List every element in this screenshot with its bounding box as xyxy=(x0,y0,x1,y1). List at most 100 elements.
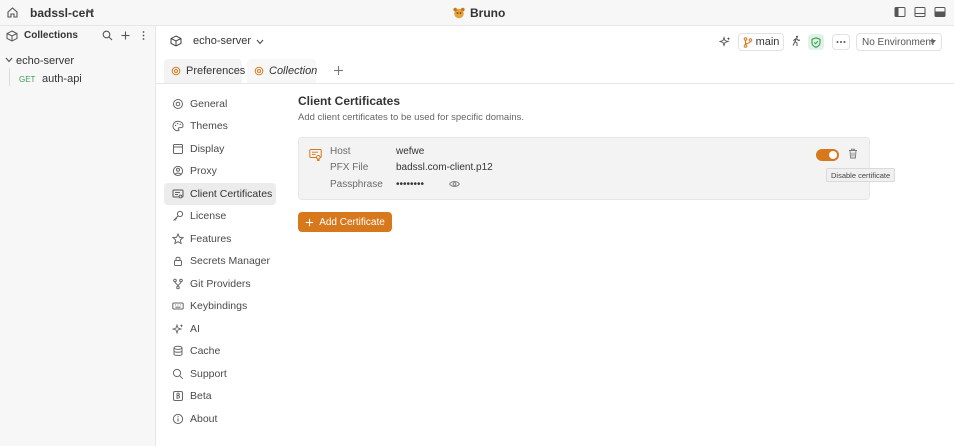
nav-item-label: About xyxy=(190,413,218,425)
beta-icon xyxy=(172,390,184,402)
chevron-down-icon[interactable] xyxy=(256,39,264,45)
nav-item-keybindings[interactable]: Keybindings xyxy=(164,295,276,317)
passphrase-value: •••••••• xyxy=(396,179,425,190)
toggle-knob xyxy=(829,151,837,159)
search-icon xyxy=(172,368,184,380)
host-label: Host xyxy=(330,146,351,157)
nav-item-label: Client Certificates xyxy=(190,188,273,200)
certificate-icon xyxy=(309,148,322,161)
nav-item-label: Beta xyxy=(190,390,212,402)
caret-down-icon xyxy=(930,40,936,44)
nav-item-client-certificates[interactable]: Client Certificates xyxy=(164,183,276,205)
nav-item-display[interactable]: Display xyxy=(164,138,276,160)
nav-item-themes[interactable]: Themes xyxy=(164,115,276,137)
certificate-icon xyxy=(172,188,184,200)
nav-item-secrets-manager[interactable]: Secrets Manager xyxy=(164,250,276,272)
nav-item-label: License xyxy=(190,210,227,222)
nav-item-label: AI xyxy=(190,323,200,335)
nav-item-git-providers[interactable]: Git Providers xyxy=(164,273,276,295)
info-icon xyxy=(172,413,184,425)
cube-icon xyxy=(6,30,18,42)
tab-bar: Preferences Collection xyxy=(156,57,954,84)
toggle-layout-icon[interactable] xyxy=(934,6,946,18)
git-branch-button[interactable]: main xyxy=(738,33,784,51)
git-branch-icon xyxy=(743,36,753,48)
star-icon xyxy=(172,233,184,245)
nav-item-beta[interactable]: Beta xyxy=(164,385,276,407)
app-title: Bruno xyxy=(453,6,505,20)
shield-check-icon[interactable] xyxy=(808,34,824,50)
cube-icon xyxy=(170,35,182,47)
request-method: GET xyxy=(19,75,36,84)
home-icon[interactable] xyxy=(6,6,20,20)
toggle-sidebar-icon[interactable] xyxy=(894,6,906,18)
workspace-name[interactable]: badssl-cert xyxy=(30,6,94,20)
nav-item-label: Proxy xyxy=(190,165,217,177)
lock-icon xyxy=(172,255,184,267)
nav-item-ai[interactable]: AI xyxy=(164,318,276,340)
collections-sidebar: Collections echo-server GET auth-api xyxy=(0,26,156,446)
nav-item-label: Secrets Manager xyxy=(190,255,270,267)
nav-item-label: Keybindings xyxy=(190,300,248,312)
collection-title[interactable]: echo-server xyxy=(193,35,251,47)
search-icon[interactable] xyxy=(102,30,113,41)
sparkle-icon xyxy=(172,323,184,335)
chevron-down-icon[interactable] xyxy=(86,8,94,14)
bruno-logo-icon xyxy=(453,7,465,19)
nav-item-label: Features xyxy=(190,233,232,245)
more-horizontal-icon[interactable] xyxy=(832,34,850,50)
proxy-icon xyxy=(172,165,184,177)
add-icon[interactable] xyxy=(120,30,131,41)
chevron-down-icon[interactable] xyxy=(5,57,13,63)
add-tab-icon[interactable] xyxy=(333,65,344,76)
tree-guide-line xyxy=(9,68,10,86)
pfx-label: PFX File xyxy=(330,162,369,173)
nav-item-label: Support xyxy=(190,368,227,380)
app-name: Bruno xyxy=(470,6,506,20)
nav-item-about[interactable]: About xyxy=(164,408,276,430)
tab-collection[interactable]: Collection xyxy=(247,59,317,83)
nav-item-general[interactable]: General xyxy=(164,93,276,115)
palette-icon xyxy=(172,120,184,132)
trash-icon[interactable] xyxy=(848,148,858,159)
database-icon xyxy=(172,345,184,357)
page-description: Add client certificates to be used for s… xyxy=(298,112,525,123)
toggle-response-pane-icon[interactable] xyxy=(914,6,926,18)
gear-icon xyxy=(254,66,264,76)
nav-item-license[interactable]: License xyxy=(164,205,276,227)
collections-title: Collections xyxy=(24,30,78,41)
nav-item-proxy[interactable]: Proxy xyxy=(164,160,276,182)
request-item[interactable]: GET auth-api xyxy=(0,68,155,86)
collection-item[interactable]: echo-server xyxy=(0,54,155,68)
add-certificate-button[interactable]: Add Certificate xyxy=(298,212,392,232)
environment-label: No Environment xyxy=(862,36,934,48)
keyboard-icon xyxy=(172,300,184,312)
environment-selector[interactable]: No Environment xyxy=(856,33,942,51)
nav-item-support[interactable]: Support xyxy=(164,363,276,385)
plus-icon xyxy=(305,218,314,227)
title-bar: badssl-cert Bruno xyxy=(0,0,954,26)
nav-item-label: Themes xyxy=(190,120,228,132)
branch-name: main xyxy=(755,36,780,48)
nav-item-label: Cache xyxy=(190,345,221,357)
collection-name: echo-server xyxy=(16,55,75,67)
runner-icon[interactable] xyxy=(790,35,802,47)
more-vertical-icon[interactable] xyxy=(138,30,149,41)
certificate-card: Host wefwe PFX File badssl.com-client.p1… xyxy=(298,137,870,200)
key-icon xyxy=(172,210,184,222)
eye-icon[interactable] xyxy=(449,180,460,188)
tab-preferences[interactable]: Preferences xyxy=(164,59,245,83)
nav-item-label: General xyxy=(190,98,228,110)
git-icon xyxy=(172,278,184,290)
host-value: wefwe xyxy=(396,146,425,157)
display-icon xyxy=(172,143,184,155)
add-certificate-label: Add Certificate xyxy=(319,216,385,228)
nav-item-label: Display xyxy=(190,143,225,155)
disable-certificate-tooltip: Disable certificate xyxy=(826,168,896,182)
nav-item-cache[interactable]: Cache xyxy=(164,340,276,362)
sparkle-icon[interactable] xyxy=(719,36,731,48)
gear-icon xyxy=(171,66,181,76)
nav-item-features[interactable]: Features xyxy=(164,228,276,250)
certificate-toggle[interactable] xyxy=(816,149,839,161)
request-name: auth-api xyxy=(42,73,82,85)
